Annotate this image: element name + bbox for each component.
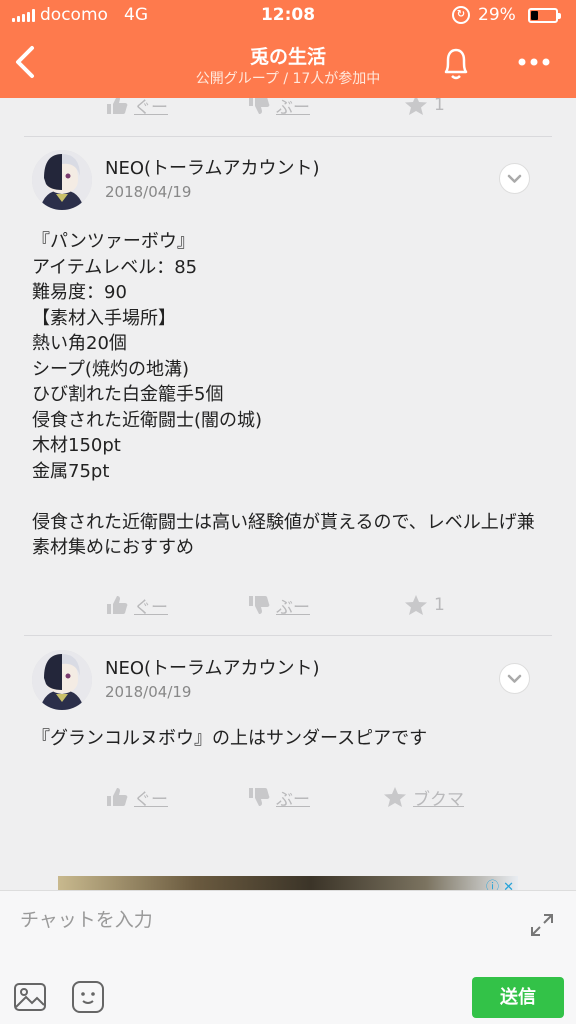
page-title: 兎の生活 — [249, 46, 326, 68]
post-author[interactable]: NEO(トーラムアカウント) — [105, 654, 320, 680]
expand-icon — [531, 914, 553, 936]
star-count: 1 — [434, 98, 445, 115]
dislike-label: ぶー — [276, 98, 310, 118]
star-count: 1 — [434, 595, 445, 615]
orientation-lock-icon: ↻ — [452, 6, 470, 24]
thumbs-up-icon — [107, 596, 128, 614]
like-label: ぐー — [134, 597, 168, 618]
chevron-down-icon — [507, 174, 522, 183]
chat-composer: チャットを入力 送信 — [0, 890, 576, 1024]
image-icon — [14, 983, 46, 1011]
thumbs-down-icon — [249, 98, 270, 114]
thumbs-up-icon — [107, 788, 128, 806]
sticker-button[interactable] — [70, 979, 106, 1015]
battery-fill — [531, 11, 538, 20]
star-button[interactable]: 1 — [404, 590, 445, 620]
like-label: ぐー — [134, 98, 168, 118]
divider — [24, 136, 552, 137]
bookmark-button[interactable]: ブクマ — [383, 782, 464, 812]
post-body: 『パンツァーボウ』 アイテムレベル：85 難易度：90 【素材入手場所】 熱い角… — [32, 231, 535, 558]
thumbs-up-icon — [107, 98, 128, 114]
like-button[interactable]: ぐー — [106, 98, 168, 120]
bell-icon — [444, 48, 468, 80]
dislike-label: ぶー — [276, 597, 310, 618]
page-subtitle: 公開グループ / 17人が参加中 — [195, 71, 381, 87]
post-date: 2018/04/19 — [105, 683, 192, 701]
star-icon — [384, 787, 406, 807]
dislike-button[interactable]: ぶー — [248, 782, 310, 812]
send-button[interactable]: 送信 — [472, 977, 564, 1018]
bookmark-label: ブクマ — [413, 789, 464, 810]
more-options-button[interactable] — [514, 50, 554, 74]
post-menu-button[interactable] — [499, 163, 530, 194]
dislike-button[interactable]: ぶー — [248, 590, 310, 620]
sticker-icon — [72, 981, 104, 1013]
post-date: 2018/04/19 — [105, 183, 192, 201]
previous-post-actions: ぐー ぶー 1 — [0, 98, 576, 120]
more-horizontal-icon — [518, 58, 550, 66]
app-header: docomo 4G 12:08 ↻ 29% 兎の生活 公開グループ / 17人が… — [0, 0, 576, 98]
chevron-down-icon — [507, 674, 522, 683]
avatar[interactable] — [32, 650, 92, 710]
post-feed[interactable]: ぐー ぶー 1 NEO(トーラムアカウント) 2018/04/19 『パンツァー… — [0, 98, 576, 890]
battery-icon — [528, 8, 561, 23]
like-button[interactable]: ぐー — [106, 782, 168, 812]
battery-percent: 29% — [478, 5, 516, 25]
expand-button[interactable] — [528, 911, 556, 939]
image-button[interactable] — [12, 979, 48, 1015]
divider — [24, 635, 552, 636]
post-actions: ぐー ぶー ブクマ — [0, 782, 576, 812]
like-label: ぐー — [134, 789, 168, 810]
post-body: 『グランコルヌボウ』の上はサンダースピアです — [32, 728, 428, 749]
thumbs-down-icon — [249, 596, 270, 614]
avatar[interactable] — [32, 150, 92, 210]
post-menu-button[interactable] — [499, 663, 530, 694]
status-bar: docomo 4G 12:08 ↻ 29% — [0, 0, 576, 30]
dislike-label: ぶー — [276, 789, 310, 810]
thumbs-down-icon — [249, 788, 270, 806]
star-button[interactable]: 1 — [404, 98, 445, 120]
star-icon — [405, 595, 427, 615]
star-icon — [405, 98, 427, 115]
post-actions: ぐー ぶー 1 — [0, 590, 576, 620]
post-author[interactable]: NEO(トーラムアカウント) — [105, 154, 320, 180]
chat-input[interactable]: チャットを入力 — [20, 905, 153, 932]
notification-button[interactable] — [438, 44, 474, 84]
like-button[interactable]: ぐー — [106, 590, 168, 620]
dislike-button[interactable]: ぶー — [248, 98, 310, 120]
